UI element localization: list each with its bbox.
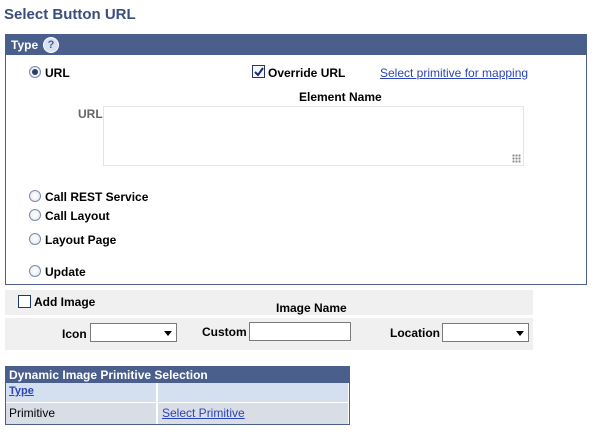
icon-label: Icon: [62, 327, 87, 341]
help-icon[interactable]: ?: [43, 37, 59, 53]
radio-layout-page-label: Layout Page: [45, 233, 117, 247]
location-label: Location: [390, 326, 440, 340]
grid-column-header-type[interactable]: Type: [6, 383, 157, 402]
add-image-checkbox[interactable]: [18, 295, 31, 308]
checkmark-icon: [254, 67, 264, 77]
grid-cell-type: Primitive: [6, 403, 157, 424]
location-select[interactable]: [442, 323, 529, 342]
chevron-down-icon: [516, 331, 524, 336]
radio-call-rest-service[interactable]: [29, 190, 41, 202]
radio-layout-page[interactable]: [29, 233, 41, 245]
radio-update-label: Update: [45, 265, 86, 279]
grid-column-header-blank: [158, 383, 349, 402]
radio-update[interactable]: [29, 265, 41, 277]
chevron-down-icon: [164, 331, 172, 336]
radio-call-rest-service-label: Call REST Service: [45, 190, 149, 204]
custom-input[interactable]: [249, 322, 351, 341]
add-image-label: Add Image: [34, 295, 96, 309]
grid-row-type: Primitive: [9, 406, 56, 420]
grid-column-header-type-label[interactable]: Type: [9, 385, 34, 397]
type-group-header: Type ?: [6, 35, 586, 55]
select-primitive-for-mapping-link[interactable]: Select primitive for mapping: [380, 66, 528, 80]
radio-url[interactable]: [29, 66, 41, 78]
radio-call-layout[interactable]: [29, 209, 41, 221]
dynamic-image-primitive-grid: Dynamic Image Primitive Selection Type P…: [5, 366, 350, 425]
page-title: Select Button URL: [4, 6, 136, 23]
grid-title: Dynamic Image Primitive Selection: [6, 367, 349, 383]
url-label: URL: [78, 107, 103, 121]
type-group-header-label: Type: [11, 38, 39, 52]
element-name-label: Element Name: [299, 90, 382, 104]
select-primitive-link[interactable]: Select Primitive: [162, 406, 245, 420]
grid-cell-link: Select Primitive: [158, 403, 349, 424]
type-group-box: Type ? URL Override URL Select primitive…: [5, 34, 587, 285]
radio-call-layout-label: Call Layout: [45, 209, 110, 223]
custom-label: Custom: [202, 325, 247, 339]
url-textarea[interactable]: [103, 106, 524, 166]
resize-grip-icon[interactable]: [512, 154, 521, 163]
override-url-checkbox[interactable]: [252, 65, 265, 78]
radio-url-label: URL: [45, 66, 70, 80]
image-name-label: Image Name: [276, 301, 347, 315]
icon-select[interactable]: [90, 323, 177, 342]
override-url-label: Override URL: [268, 66, 346, 80]
